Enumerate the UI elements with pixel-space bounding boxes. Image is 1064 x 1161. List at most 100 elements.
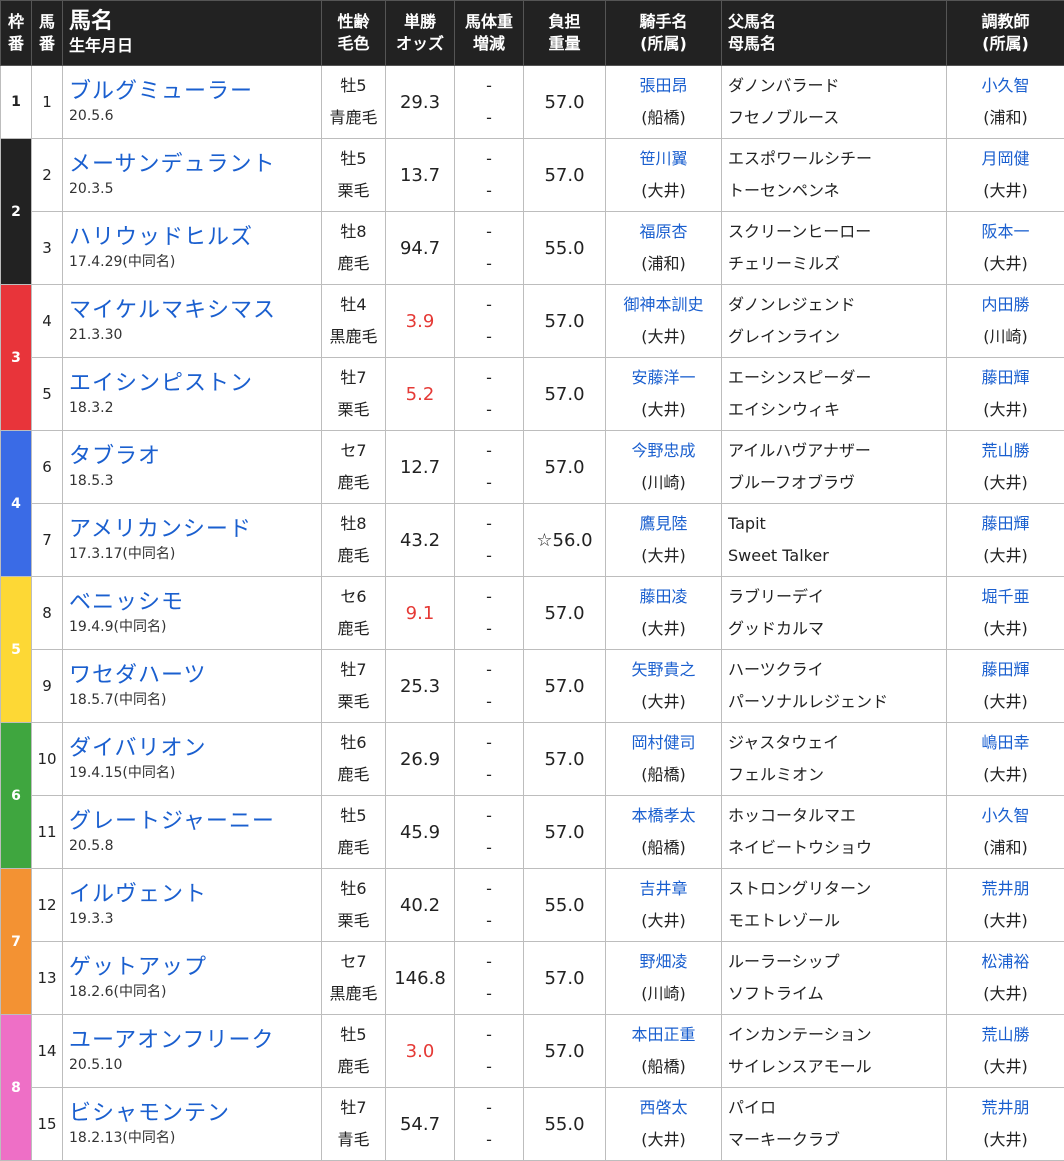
horse-name-link[interactable]: ビシャモンテン [69,1100,321,1128]
pedigree-cell: エスポワールシチートーセンペンネ [722,139,947,212]
horse-name-link[interactable]: マイケルマキシマス [69,297,321,325]
frame-number-cell: 5 [1,577,32,723]
jockey-name-link[interactable]: 野畑凌 [606,946,721,978]
jockey-name-link[interactable]: 今野忠成 [606,435,721,467]
trainer-name-link[interactable]: 藤田輝 [947,508,1064,540]
horse-name-link[interactable]: ダイバリオン [69,735,321,763]
trainer-name-link[interactable]: 内田勝 [947,289,1064,321]
coat-color: 鹿毛 [322,248,385,280]
jockey-cell: 本橋孝太(船橋) [606,796,722,869]
trainer-name-link[interactable]: 松浦裕 [947,946,1064,978]
trainer-name-link[interactable]: 藤田輝 [947,362,1064,394]
col-odds[interactable]: 単勝オッズ [386,1,455,66]
sire-name: エーシンスピーダー [728,362,946,394]
jockey-name-link[interactable]: 矢野貴之 [606,654,721,686]
jockey-name-link[interactable]: 張田昂 [606,70,721,102]
col-sex-age[interactable]: 性齢毛色 [322,1,386,66]
trainer-name-link[interactable]: 荒山勝 [947,435,1064,467]
trainer-affiliation: (大井) [947,467,1064,499]
trainer-cell: 藤田輝(大井) [947,650,1064,723]
trainer-name-link[interactable]: 月岡健 [947,143,1064,175]
table-row[interactable]: 3ハリウッドヒルズ17.4.29(中同名)牡8鹿毛94.7--55.0福原杏(浦… [1,212,1064,285]
horse-name-link[interactable]: ユーアオンフリーク [69,1027,321,1055]
coat-color: 鹿毛 [322,832,385,864]
table-row[interactable]: 7アメリカンシード17.3.17(中同名)牡8鹿毛43.2--☆56.0鷹見陸(… [1,504,1064,577]
jockey-name-link[interactable]: 本田正重 [606,1019,721,1051]
jockey-name-link[interactable]: 福原杏 [606,216,721,248]
pedigree-cell: TapitSweet Talker [722,504,947,577]
col-body-weight[interactable]: 馬体重増減 [455,1,524,66]
horse-name-link[interactable]: メーサンデュラント [69,151,321,179]
table-row[interactable]: 22メーサンデュラント20.3.5牡5栗毛13.7--57.0笹川翼(大井)エス… [1,139,1064,212]
horse-name-link[interactable]: タブラオ [69,443,321,471]
table-row[interactable]: 11グレートジャーニー20.5.8牡5鹿毛45.9--57.0本橋孝太(船橋)ホ… [1,796,1064,869]
table-row[interactable]: 34マイケルマキシマス21.3.30牡4黒鹿毛3.9--57.0御神本訓史(大井… [1,285,1064,358]
trainer-name-link[interactable]: 小久智 [947,70,1064,102]
trainer-affiliation: (川崎) [947,321,1064,353]
table-row[interactable]: 11ブルグミューラー20.5.6牡5青鹿毛29.3--57.0張田昂(船橋)ダノ… [1,66,1064,139]
jockey-name-link[interactable]: 本橋孝太 [606,800,721,832]
col-umaban[interactable]: 馬番 [32,1,63,66]
weight-change: - [455,467,523,499]
col-burden[interactable]: 負担重量 [524,1,606,66]
jockey-affiliation: (大井) [606,175,721,207]
frame-number-cell: 3 [1,285,32,431]
birth-date: 20.5.6 [69,106,321,126]
trainer-name-link[interactable]: 荒山勝 [947,1019,1064,1051]
table-row[interactable]: 13ゲットアップ18.2.6(中同名)セ7黒鹿毛146.8--57.0野畑凌(川… [1,942,1064,1015]
table-row[interactable]: 58ベニッシモ19.4.9(中同名)セ6鹿毛9.1--57.0藤田凌(大井)ラブ… [1,577,1064,650]
horse-name-link[interactable]: イルヴェント [69,881,321,909]
horse-name-link[interactable]: アメリカンシード [69,516,321,544]
body-weight-cell: -- [455,577,524,650]
jockey-cell: 安藤洋一(大井) [606,358,722,431]
table-row[interactable]: 610ダイバリオン19.4.15(中同名)牡6鹿毛26.9--57.0岡村健司(… [1,723,1064,796]
horse-name-link[interactable]: ハリウッドヒルズ [69,224,321,252]
trainer-name-link[interactable]: 堀千亜 [947,581,1064,613]
horse-name-link[interactable]: グレートジャーニー [69,808,321,836]
jockey-name-link[interactable]: 笹川翼 [606,143,721,175]
jockey-name-link[interactable]: 鷹見陸 [606,508,721,540]
col-horse-name[interactable]: 馬名生年月日 [63,1,322,66]
jockey-cell: 鷹見陸(大井) [606,504,722,577]
jockey-name-link[interactable]: 吉井章 [606,873,721,905]
col-jockey[interactable]: 騎手名(所属) [606,1,722,66]
col-waku[interactable]: 枠番 [1,1,32,66]
table-row[interactable]: 9ワセダハーツ18.5.7(中同名)牡7栗毛25.3--57.0矢野貴之(大井)… [1,650,1064,723]
table-row[interactable]: 46タブラオ18.5.3セ7鹿毛12.7--57.0今野忠成(川崎)アイルハヴア… [1,431,1064,504]
horse-name-link[interactable]: ベニッシモ [69,589,321,617]
table-row[interactable]: 712イルヴェント19.3.3牡6栗毛40.2--55.0吉井章(大井)ストロン… [1,869,1064,942]
body-weight-cell: -- [455,723,524,796]
jockey-name-link[interactable]: 御神本訓史 [606,289,721,321]
horse-name-link[interactable]: ワセダハーツ [69,662,321,690]
frame-number-cell: 2 [1,139,32,285]
trainer-name-link[interactable]: 小久智 [947,800,1064,832]
col-trainer[interactable]: 調教師(所属) [947,1,1064,66]
jockey-affiliation: (大井) [606,1124,721,1156]
horse-name-link[interactable]: エイシンピストン [69,370,321,398]
trainer-name-link[interactable]: 荒井朋 [947,1092,1064,1124]
table-row[interactable]: 5エイシンピストン18.3.2牡7栗毛5.2--57.0安藤洋一(大井)エーシン… [1,358,1064,431]
horse-number-cell: 2 [32,139,63,212]
table-row[interactable]: 814ユーアオンフリーク20.5.10牡5鹿毛3.0--57.0本田正重(船橋)… [1,1015,1064,1088]
dam-name: エイシンウィキ [728,394,946,426]
jockey-name-link[interactable]: 岡村健司 [606,727,721,759]
trainer-name-link[interactable]: 荒井朋 [947,873,1064,905]
body-weight: - [455,289,523,321]
jockey-affiliation: (大井) [606,686,721,718]
horse-name-link[interactable]: ゲットアップ [69,954,321,982]
jockey-name-link[interactable]: 西啓太 [606,1092,721,1124]
trainer-name-link[interactable]: 阪本一 [947,216,1064,248]
birth-date: 18.2.13(中同名) [69,1128,321,1148]
jockey-name-link[interactable]: 藤田凌 [606,581,721,613]
coat-color: 栗毛 [322,686,385,718]
table-row[interactable]: 15ビシャモンテン18.2.13(中同名)牡7青毛54.7--55.0西啓太(大… [1,1088,1064,1161]
dam-name: ソフトライム [728,978,946,1010]
col-parents[interactable]: 父馬名母馬名 [722,1,947,66]
trainer-name-link[interactable]: 藤田輝 [947,654,1064,686]
horse-name-link[interactable]: ブルグミューラー [69,78,321,106]
body-weight: - [455,581,523,613]
trainer-cell: 荒山勝(大井) [947,1015,1064,1088]
burden-weight-cell: 57.0 [524,796,606,869]
jockey-name-link[interactable]: 安藤洋一 [606,362,721,394]
trainer-name-link[interactable]: 嶋田幸 [947,727,1064,759]
